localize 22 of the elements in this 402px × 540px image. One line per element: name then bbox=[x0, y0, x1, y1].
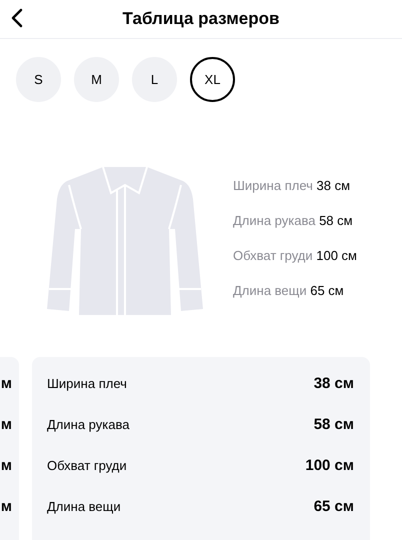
measurement-value: м bbox=[0, 416, 12, 433]
measurement-label: Длина вещи bbox=[47, 499, 121, 514]
measurement-value: 58 см bbox=[314, 416, 354, 433]
measurement-text: Длина вещи 65 см bbox=[233, 283, 345, 298]
measurement-value: м bbox=[0, 457, 12, 474]
size-option[interactable]: M bbox=[74, 57, 119, 102]
measurement-label: Ширина плеч bbox=[47, 376, 127, 391]
size-option[interactable]: L bbox=[132, 57, 177, 102]
page-title: Таблица размеров bbox=[122, 9, 280, 29]
measurement-label: Длина рукава bbox=[47, 417, 130, 432]
measurement-label: Обхват груди bbox=[47, 458, 127, 473]
measurement-value: 38 см bbox=[314, 375, 354, 392]
size-option[interactable]: XL bbox=[190, 57, 235, 102]
measurement-value: м bbox=[0, 498, 12, 515]
measurement-value: 100 см bbox=[305, 457, 354, 474]
measurement-value: 65 см bbox=[314, 498, 354, 515]
measurement-value: м bbox=[0, 375, 12, 392]
measurement-text: Обхват груди 100 см bbox=[233, 248, 357, 263]
size-option[interactable]: S bbox=[16, 57, 61, 102]
measurement-text: Длина рукава 58 см bbox=[233, 213, 354, 228]
measurement-text: Ширина плеч 38 см bbox=[233, 178, 352, 193]
back-icon[interactable] bbox=[11, 8, 23, 28]
